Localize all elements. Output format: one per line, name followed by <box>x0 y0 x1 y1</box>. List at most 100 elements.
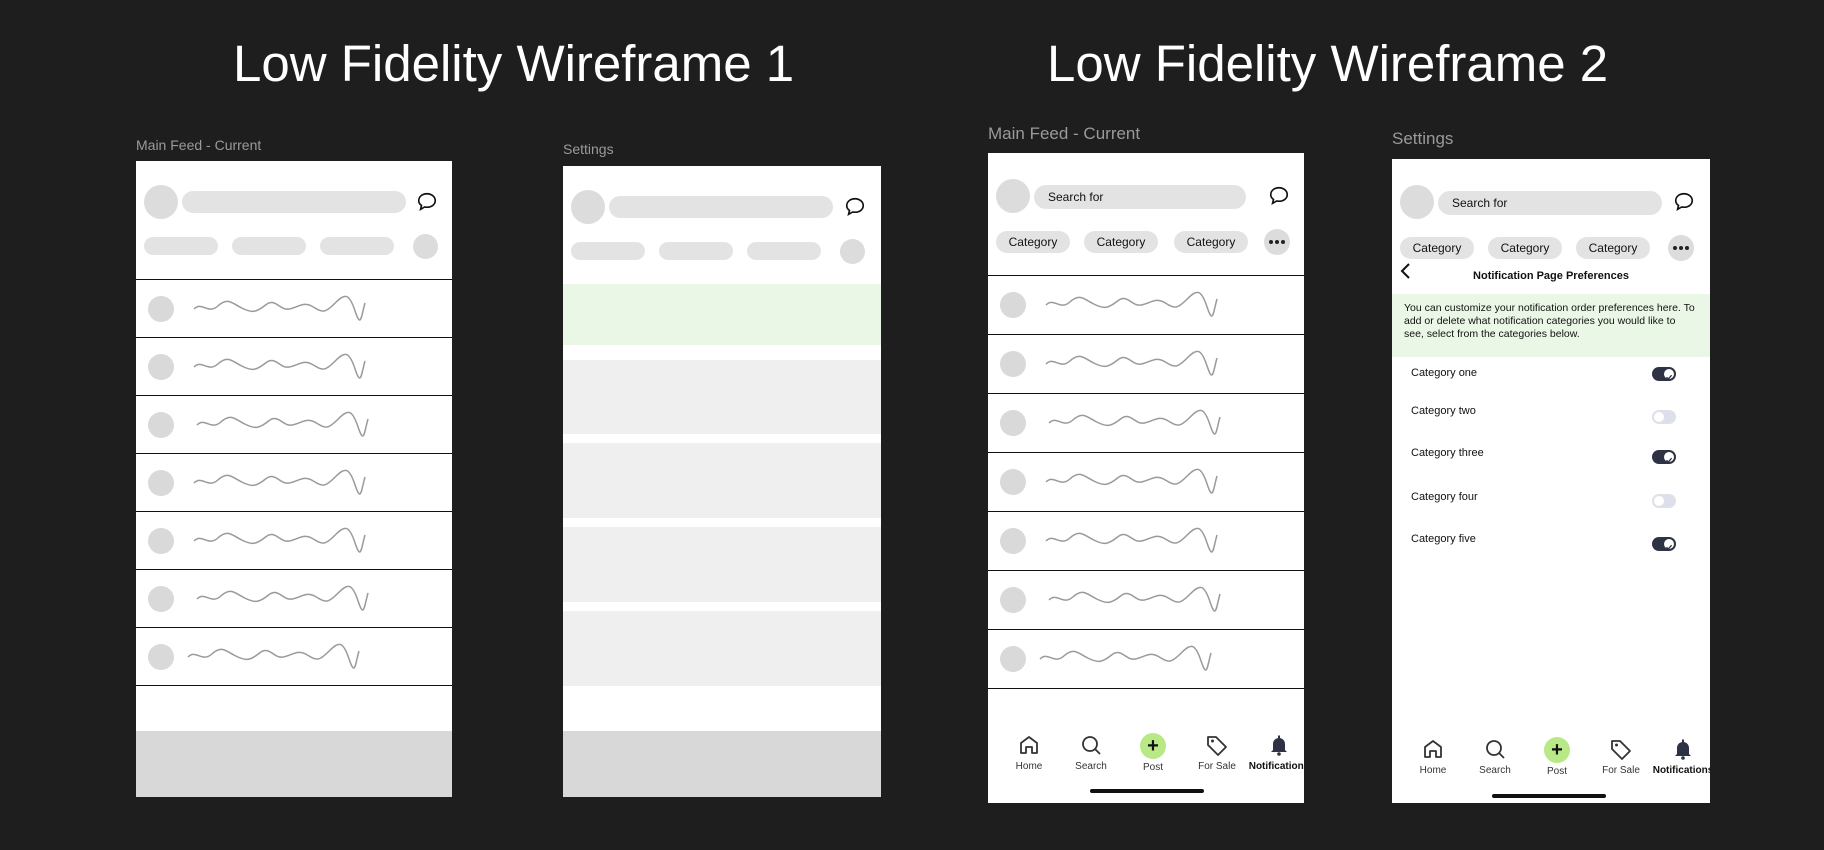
search-icon <box>1060 733 1122 757</box>
avatar[interactable] <box>571 190 605 224</box>
row-avatar[interactable] <box>148 354 174 380</box>
text-line-placeholder <box>193 469 366 495</box>
tab-post[interactable]: + Post <box>1526 737 1588 777</box>
category-chip[interactable]: Category <box>1488 237 1562 259</box>
tab-search[interactable]: Search <box>1464 737 1526 776</box>
w2-settings-frame: Search for Category Category Category No… <box>1392 159 1710 803</box>
text-line-placeholder <box>187 643 360 669</box>
bell-icon <box>1652 737 1710 761</box>
chat-icon[interactable] <box>844 196 866 218</box>
row-avatar[interactable] <box>1000 292 1026 318</box>
info-banner: You can customize your notification orde… <box>1392 294 1710 357</box>
row-divider <box>136 569 452 570</box>
search-bar-placeholder[interactable] <box>182 191 406 213</box>
preference-toggle[interactable] <box>1652 450 1676 464</box>
search-input[interactable]: Search for <box>1034 185 1246 209</box>
category-chip[interactable]: Category <box>996 231 1070 253</box>
category-chip[interactable]: Category <box>1576 237 1650 259</box>
chat-icon[interactable] <box>416 191 438 213</box>
w1-main-frame-label: Main Feed - Current <box>136 137 262 153</box>
preference-toggle[interactable] <box>1652 537 1676 551</box>
tab-notifications[interactable]: Notifications <box>1652 737 1710 776</box>
text-line-placeholder <box>196 585 369 611</box>
tag-icon <box>1186 733 1248 757</box>
category-chip[interactable]: Category <box>1174 231 1248 253</box>
search-input[interactable]: Search for <box>1438 191 1662 215</box>
text-line-placeholder <box>1045 527 1218 553</box>
row-avatar[interactable] <box>148 470 174 496</box>
category-pill-placeholder[interactable] <box>144 237 218 255</box>
category-chip[interactable]: Category <box>1084 231 1158 253</box>
chat-icon[interactable] <box>1268 185 1290 207</box>
row-avatar[interactable] <box>1000 351 1026 377</box>
plus-icon: + <box>1140 733 1166 759</box>
chat-icon[interactable] <box>1673 191 1695 213</box>
tab-label: Search <box>1075 761 1107 772</box>
more-options-button[interactable] <box>1668 235 1694 261</box>
tag-icon <box>1590 737 1652 761</box>
setting-block-placeholder[interactable] <box>563 611 881 686</box>
check-icon <box>1666 457 1673 463</box>
tab-notifications[interactable]: Notifications <box>1248 733 1304 772</box>
tab-search[interactable]: Search <box>1060 733 1122 772</box>
check-icon <box>1666 544 1673 550</box>
plus-icon: + <box>1544 737 1570 763</box>
row-avatar[interactable] <box>1000 587 1026 613</box>
more-options-button[interactable] <box>1264 229 1290 255</box>
text-line-placeholder <box>193 353 366 379</box>
more-button-placeholder[interactable] <box>413 234 438 259</box>
row-divider <box>136 627 452 628</box>
row-avatar[interactable] <box>1000 528 1026 554</box>
avatar[interactable] <box>1400 185 1434 219</box>
text-line-placeholder <box>1039 645 1212 671</box>
category-pill-placeholder[interactable] <box>320 237 394 255</box>
tab-for-sale[interactable]: For Sale <box>1590 737 1652 776</box>
row-avatar[interactable] <box>148 412 174 438</box>
row-avatar[interactable] <box>148 296 174 322</box>
w2-main-feed-frame: Search for Category Category Category Ho… <box>988 153 1304 803</box>
search-bar-placeholder[interactable] <box>609 196 833 218</box>
row-avatar[interactable] <box>1000 410 1026 436</box>
preference-label: Category four <box>1411 491 1478 503</box>
setting-block-placeholder[interactable] <box>563 527 881 602</box>
more-button-placeholder[interactable] <box>840 239 865 264</box>
text-line-placeholder <box>196 411 369 437</box>
toggle-knob <box>1664 452 1674 463</box>
category-pill-placeholder[interactable] <box>571 242 645 260</box>
avatar[interactable] <box>996 179 1030 213</box>
tab-label: Home <box>1015 761 1043 772</box>
check-icon <box>1666 374 1673 380</box>
tab-post[interactable]: + Post <box>1122 733 1184 773</box>
row-divider <box>988 452 1304 453</box>
setting-block-placeholder[interactable] <box>563 443 881 518</box>
row-divider <box>988 275 1304 276</box>
setting-block-placeholder[interactable] <box>563 360 881 434</box>
avatar[interactable] <box>144 185 178 219</box>
category-pill-placeholder[interactable] <box>232 237 306 255</box>
w1-settings-frame-label: Settings <box>563 141 614 157</box>
tab-home[interactable]: Home <box>1402 737 1464 776</box>
tab-for-sale[interactable]: For Sale <box>1186 733 1248 772</box>
row-divider <box>988 511 1304 512</box>
bottom-tab-bar: Home Search + Post For Sale Notifications <box>1392 737 1710 797</box>
row-avatar[interactable] <box>148 644 174 670</box>
category-pill-placeholder[interactable] <box>747 242 821 260</box>
row-avatar[interactable] <box>148 528 174 554</box>
bottom-nav-placeholder <box>563 731 881 797</box>
preference-toggle[interactable] <box>1652 367 1676 381</box>
home-indicator <box>1090 789 1204 793</box>
preference-toggle[interactable] <box>1652 494 1676 508</box>
row-avatar[interactable] <box>1000 646 1026 672</box>
tab-home[interactable]: Home <box>998 733 1060 772</box>
text-line-placeholder <box>193 295 366 321</box>
preference-toggle[interactable] <box>1652 410 1676 424</box>
category-pill-placeholder[interactable] <box>659 242 733 260</box>
row-avatar[interactable] <box>1000 469 1026 495</box>
row-avatar[interactable] <box>148 586 174 612</box>
info-banner-placeholder <box>563 284 881 345</box>
bottom-nav-placeholder <box>136 731 452 797</box>
tab-label: Home <box>1419 765 1447 776</box>
toggle-knob <box>1654 496 1664 506</box>
category-chip[interactable]: Category <box>1400 237 1474 259</box>
preference-label: Category one <box>1411 367 1478 379</box>
